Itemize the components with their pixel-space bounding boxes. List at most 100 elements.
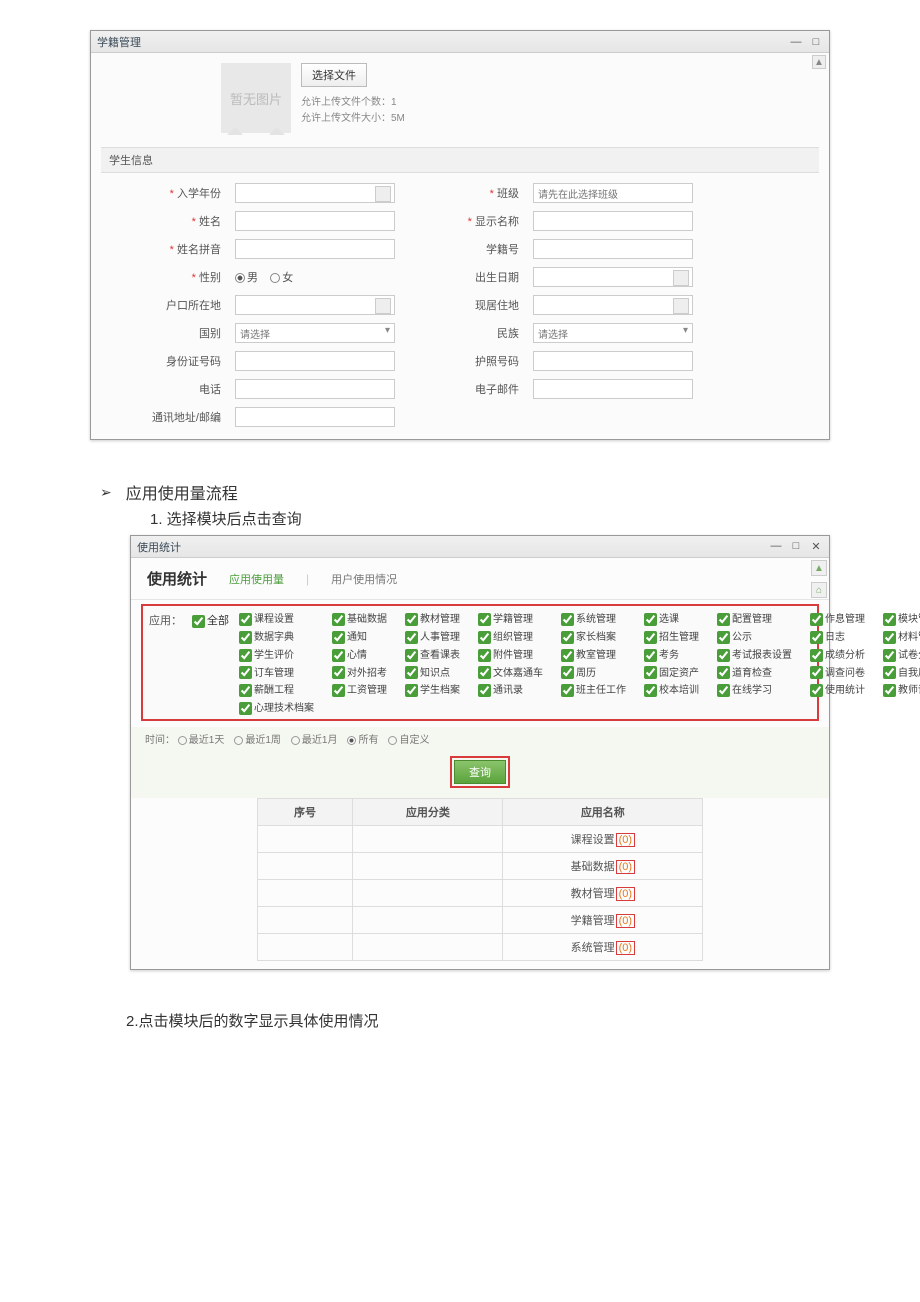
checkbox-app[interactable]: 学籍管理 [478, 610, 543, 626]
select-ethnic[interactable]: 请选择 [533, 323, 693, 343]
checkbox-app[interactable]: 系统管理 [561, 610, 626, 626]
checkbox-app[interactable]: 教材管理 [405, 610, 460, 626]
count-link[interactable]: (0) [616, 860, 635, 874]
count-link[interactable]: (0) [616, 941, 635, 955]
input-address[interactable] [235, 407, 395, 427]
maximize-icon[interactable]: □ [809, 36, 823, 48]
checkbox-app[interactable]: 学生评价 [239, 646, 314, 662]
select-nationality[interactable]: 请选择 [235, 323, 395, 343]
checkbox-app[interactable]: 模块管理 [883, 610, 920, 626]
col-app-name: 应用名称 [503, 799, 703, 826]
input-birth[interactable] [533, 267, 693, 287]
label-email: 电子邮件 [409, 381, 519, 397]
scroll-up-icon[interactable]: ▲ [811, 560, 827, 576]
checkbox-app[interactable]: 校本培训 [644, 681, 699, 697]
checkbox-app[interactable]: 固定资产 [644, 664, 699, 680]
checkbox-app[interactable]: 自我展示 [883, 664, 920, 680]
close-icon[interactable]: ✕ [809, 540, 823, 553]
input-email[interactable] [533, 379, 693, 399]
checkbox-app[interactable]: 调查问卷 [810, 664, 865, 680]
photo-placeholder: 暂无图片 [221, 63, 291, 133]
home-icon[interactable]: ⌂ [811, 582, 827, 598]
radio-male-icon[interactable] [235, 273, 245, 283]
filter-label: 应用： [149, 610, 182, 715]
checkbox-app[interactable]: 教师评价 [883, 681, 920, 697]
time-option[interactable]: 所有 [347, 735, 378, 746]
checkbox-app[interactable]: 订车管理 [239, 664, 314, 680]
maximize-icon[interactable]: □ [789, 540, 803, 553]
checkbox-all[interactable]: 全部 [192, 610, 229, 715]
radio-female-icon[interactable] [270, 273, 280, 283]
minimize-icon[interactable]: — [789, 36, 803, 48]
label-live: 现居住地 [409, 297, 519, 313]
input-tel[interactable] [235, 379, 395, 399]
checkbox-app[interactable]: 文体嘉通车 [478, 664, 543, 680]
checkbox-app[interactable]: 道育检查 [717, 664, 792, 680]
time-option[interactable]: 最近1月 [291, 735, 338, 746]
checkbox-app[interactable]: 对外招考 [332, 664, 387, 680]
checkbox-app[interactable]: 附件管理 [478, 646, 543, 662]
choose-file-button[interactable]: 选择文件 [301, 63, 367, 87]
checkbox-app[interactable]: 心理技术档案 [239, 699, 314, 715]
count-link[interactable]: (0) [616, 833, 635, 847]
input-idcard[interactable] [235, 351, 395, 371]
checkbox-app[interactable]: 作息管理 [810, 610, 865, 626]
input-student-id[interactable] [533, 239, 693, 259]
checkbox-app[interactable]: 周历 [561, 664, 626, 680]
label-nationality: 国别 [131, 325, 221, 341]
count-link[interactable]: (0) [616, 914, 635, 928]
checkbox-app[interactable]: 招生管理 [644, 628, 699, 644]
checkbox-app[interactable]: 配置管理 [717, 610, 792, 626]
checkbox-app[interactable]: 学生档案 [405, 681, 460, 697]
checkbox-app[interactable]: 薪酬工程 [239, 681, 314, 697]
tab-app-usage[interactable]: 应用使用量 [225, 569, 288, 589]
checkbox-app[interactable]: 考务 [644, 646, 699, 662]
checkbox-app[interactable]: 日志 [810, 628, 865, 644]
checkbox-app[interactable]: 组织管理 [478, 628, 543, 644]
time-option[interactable]: 自定义 [388, 735, 429, 746]
input-name[interactable] [235, 211, 395, 231]
checkbox-app[interactable]: 试卷分析 [883, 646, 920, 662]
checkbox-app[interactable]: 通讯录 [478, 681, 543, 697]
minimize-icon[interactable]: — [769, 540, 783, 553]
checkbox-app[interactable]: 基础数据 [332, 610, 387, 626]
input-class[interactable]: 请先在此选择班级 [533, 183, 693, 203]
checkbox-app[interactable]: 家长档案 [561, 628, 626, 644]
checkbox-app[interactable]: 人事管理 [405, 628, 460, 644]
input-huji[interactable] [235, 295, 395, 315]
checkbox-app[interactable]: 公示 [717, 628, 792, 644]
checkbox-app[interactable]: 考试报表设置 [717, 646, 792, 662]
screenshot-student-form: 学籍管理 — □ ▲ 暂无图片 选择文件 允许上传文件个数：1 允许上传文件大小… [90, 30, 830, 440]
checkbox-app[interactable]: 数据字典 [239, 628, 314, 644]
checkbox-app[interactable]: 心情 [332, 646, 387, 662]
input-display-name[interactable] [533, 211, 693, 231]
checkbox-app[interactable]: 班主任工作 [561, 681, 626, 697]
window-title: 学籍管理 [97, 34, 141, 50]
input-live[interactable] [533, 295, 693, 315]
filter-apps-box: 应用： 全部 课程设置基础数据教材管理学籍管理系统管理选课配置管理作息管理模块管… [141, 604, 819, 721]
tab-user-usage[interactable]: 用户使用情况 [327, 569, 401, 589]
time-option[interactable]: 最近1天 [178, 735, 225, 746]
checkbox-app[interactable]: 通知 [332, 628, 387, 644]
input-pinyin[interactable] [235, 239, 395, 259]
query-button[interactable]: 查询 [450, 756, 510, 788]
window-titlebar: 使用统计 — □ ✕ [131, 536, 829, 558]
checkbox-app[interactable]: 使用统计 [810, 681, 865, 697]
checkbox-app[interactable]: 课程设置 [239, 610, 314, 626]
label-ethnic: 民族 [409, 325, 519, 341]
checkbox-app[interactable]: 材料管理 [883, 628, 920, 644]
checkbox-app[interactable]: 在线学习 [717, 681, 792, 697]
checkbox-app[interactable]: 选课 [644, 610, 699, 626]
checkbox-app[interactable]: 查看课表 [405, 646, 460, 662]
checkbox-app[interactable]: 工资管理 [332, 681, 387, 697]
input-year[interactable] [235, 183, 395, 203]
section-heading: ➢ 应用使用量流程 [100, 480, 830, 504]
checkbox-app[interactable]: 知识点 [405, 664, 460, 680]
radio-sex[interactable]: 男 女 [235, 269, 395, 285]
time-option[interactable]: 最近1周 [234, 735, 281, 746]
count-link[interactable]: (0) [616, 887, 635, 901]
checkbox-app[interactable]: 成绩分析 [810, 646, 865, 662]
scroll-up-icon[interactable]: ▲ [812, 55, 826, 69]
checkbox-app[interactable]: 教室管理 [561, 646, 626, 662]
input-passport[interactable] [533, 351, 693, 371]
